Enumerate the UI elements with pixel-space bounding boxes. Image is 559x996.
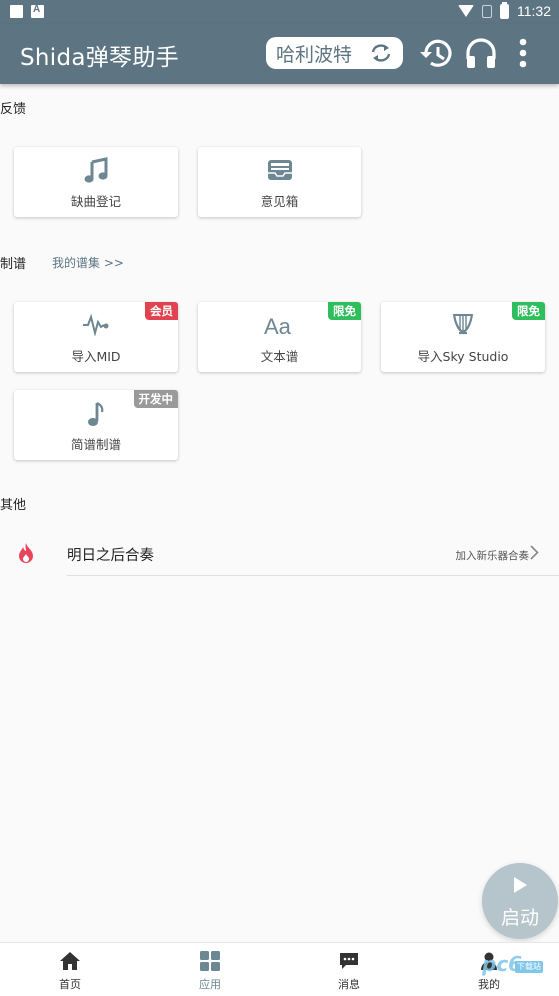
nav-messages[interactable]: 消息 [279,943,419,996]
card-import-sky-studio[interactable]: 导入Sky Studio 限免 [381,302,545,372]
card-numbered-score[interactable]: 简谱制谱 开发中 [14,390,178,460]
free-badge: 限免 [512,302,545,320]
refresh-icon[interactable] [369,42,393,64]
play-icon [514,877,527,893]
list-item-ensemble[interactable]: 明日之后合奏 加入新乐器合奏 [0,530,559,576]
watermark-badge: 下载站 [515,961,543,973]
list-item-hint: 加入新乐器合奏 [455,550,530,562]
my-scores-link[interactable]: 我的谱集 >> [52,254,124,271]
divider [67,575,559,576]
in-development-badge: 开发中 [133,390,178,408]
nav-label: 消息 [338,978,360,991]
current-song-label: 哈利波特 [276,43,353,66]
card-missing-song[interactable]: 缺曲登记 [14,147,178,217]
no-sim-icon [482,4,492,18]
nav-label: 应用 [199,978,221,991]
app-bar: Shida弹琴助手 哈利波特 [0,24,559,84]
headphones-icon[interactable] [464,37,498,71]
card-label: 意见箱 [260,194,299,209]
section-other-label: 其他 [0,498,27,513]
status-bar: 11:32 [0,0,559,24]
notification-icon [10,5,23,18]
nav-home[interactable]: 首页 [0,943,140,996]
section-feedback-label: 反馈 [0,102,27,117]
more-vert-icon[interactable] [518,38,528,68]
card-import-mid[interactable]: 导入MID 会员 [14,302,178,372]
lyre-icon [452,313,474,335]
member-badge: 会员 [145,302,178,320]
card-label: 导入Sky Studio [417,349,509,364]
battery-icon [500,1,509,19]
chevron-right-icon [530,545,539,560]
card-label: 文本谱 [260,349,299,364]
bottom-nav: 首页 应用 消息 我的 [0,942,559,996]
section-scoring-label: 制谱 [0,257,27,272]
message-icon [340,953,358,969]
card-suggestion-box[interactable]: 意见箱 [198,147,361,217]
inbox-icon [267,160,292,180]
card-label: 简谱制谱 [70,437,121,452]
free-badge: 限免 [328,302,361,320]
card-text-score[interactable]: Aa 文本谱 限免 [198,302,361,372]
waveform-icon [83,313,109,336]
svg-text:Aa: Aa [264,314,292,338]
app-notification-icon [31,4,44,18]
text-aa-icon: Aa [264,314,292,338]
card-label: 缺曲登记 [70,194,121,209]
app-screen: 11:32 Shida弹琴助手 哈利波特 [0,0,559,996]
start-fab[interactable]: 启动 [482,863,558,939]
wifi-icon [458,5,474,17]
apps-grid-icon [200,951,220,971]
home-icon [60,952,80,970]
nav-apps[interactable]: 应用 [140,943,280,996]
app-title: Shida弹琴助手 [20,45,179,71]
start-label: 启动 [500,907,539,929]
music-note-icon [84,157,108,183]
card-label: 导入MID [71,349,121,364]
list-item-title: 明日之后合奏 [67,548,154,564]
current-song-chip[interactable]: 哈利波特 [266,37,403,69]
nav-label: 我的 [478,978,500,991]
nav-label: 首页 [59,978,81,991]
history-icon[interactable] [418,36,456,72]
flame-icon [19,543,33,563]
single-note-icon [88,402,104,426]
status-time: 11:32 [517,3,551,19]
